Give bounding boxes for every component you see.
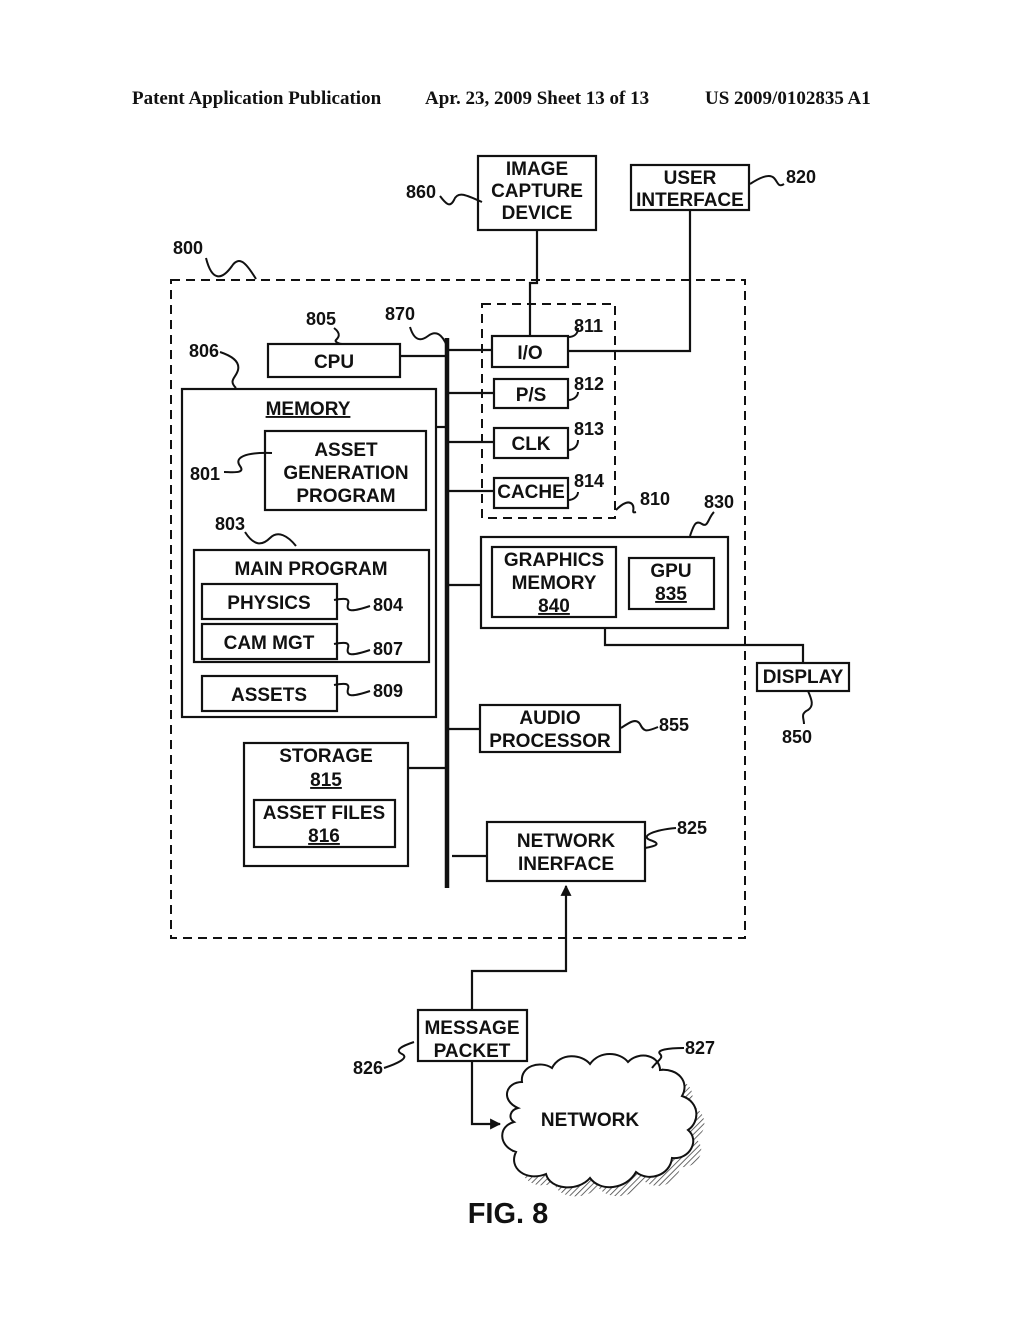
ref-807: 807 xyxy=(373,639,403,659)
ref-803: 803 xyxy=(215,514,245,534)
svg-text:DEVICE: DEVICE xyxy=(502,203,573,224)
ref-800: 800 xyxy=(173,238,203,258)
ref-811: 811 xyxy=(574,316,603,336)
message-packet-block: MESSAGE PACKET xyxy=(416,1008,529,1063)
ref-855: 855 xyxy=(659,715,689,735)
ref-827: 827 xyxy=(685,1038,715,1058)
ps-block: P/S xyxy=(492,377,570,410)
leader-806 xyxy=(219,351,240,389)
svg-text:CACHE: CACHE xyxy=(497,482,565,503)
asset-generation-program-block: ASSET GENERATION PROGRAM xyxy=(263,429,428,512)
physics-block: PHYSICS xyxy=(200,582,339,621)
ref-825: 825 xyxy=(677,818,707,838)
svg-text:CPU: CPU xyxy=(314,352,354,373)
svg-text:CAM MGT: CAM MGT xyxy=(224,633,315,654)
graphics-memory-block: GRAPHICS MEMORY 840 xyxy=(490,545,618,619)
ref-806: 806 xyxy=(189,341,219,361)
leader-813 xyxy=(567,439,579,451)
svg-text:GENERATION: GENERATION xyxy=(283,463,408,484)
svg-text:ASSETS: ASSETS xyxy=(231,685,307,706)
svg-text:AUDIO: AUDIO xyxy=(519,708,580,729)
leader-830 xyxy=(689,511,715,537)
ref-812: 812 xyxy=(574,374,604,394)
ref-801: 801 xyxy=(190,464,220,484)
network-interface-block: NETWORK INERFACE xyxy=(485,820,647,883)
leader-860 xyxy=(439,193,483,206)
user-interface-block: USER INTERFACE xyxy=(629,163,751,212)
leader-855 xyxy=(620,720,659,732)
leader-820 xyxy=(749,175,785,187)
display-block: DISPLAY xyxy=(755,661,851,693)
svg-text:GPU: GPU xyxy=(650,561,691,582)
figure-caption: FIG. 8 xyxy=(468,1198,549,1230)
ref-809: 809 xyxy=(373,681,403,701)
network-cloud: NETWORK xyxy=(501,1053,705,1197)
arrow-packet-to-network xyxy=(470,1061,502,1130)
svg-text:STORAGE: STORAGE xyxy=(279,746,373,767)
leader-825 xyxy=(644,827,677,849)
svg-text:835: 835 xyxy=(655,584,687,605)
svg-text:815: 815 xyxy=(310,770,342,791)
ref-804: 804 xyxy=(373,595,403,615)
svg-text:GRAPHICS: GRAPHICS xyxy=(504,550,604,571)
svg-text:IMAGE: IMAGE xyxy=(506,159,568,180)
leader-810 xyxy=(615,501,637,514)
svg-text:INTERFACE: INTERFACE xyxy=(636,190,744,211)
leader-805 xyxy=(333,327,343,345)
svg-text:PROGRAM: PROGRAM xyxy=(296,486,395,507)
audio-processor-block: AUDIO PROCESSOR xyxy=(478,703,622,754)
leader-870 xyxy=(409,326,448,347)
assets-block: ASSETS xyxy=(200,674,339,713)
cpu-block: CPU xyxy=(266,342,402,379)
ref-814: 814 xyxy=(574,471,604,491)
ref-830: 830 xyxy=(704,492,734,512)
svg-text:MESSAGE: MESSAGE xyxy=(424,1018,519,1039)
wire-capture-io xyxy=(528,230,539,337)
svg-text:MAIN PROGRAM: MAIN PROGRAM xyxy=(234,559,387,580)
svg-text:P/S: P/S xyxy=(516,385,547,406)
svg-text:USER: USER xyxy=(664,168,717,189)
svg-text:PROCESSOR: PROCESSOR xyxy=(489,731,611,752)
ref-810: 810 xyxy=(640,489,670,509)
leader-826 xyxy=(383,1041,415,1069)
svg-text:PACKET: PACKET xyxy=(434,1041,511,1062)
leader-800 xyxy=(205,257,257,280)
block-diagram: 800 IMAGE CAPTURE DEVICE 860 USER INTERF… xyxy=(170,154,851,1230)
network-label: NETWORK xyxy=(541,1110,639,1131)
svg-text:MEMORY: MEMORY xyxy=(266,399,351,420)
ref-805: 805 xyxy=(306,309,336,329)
svg-text:816: 816 xyxy=(308,826,340,847)
io-block: I/O xyxy=(490,334,570,369)
ref-860: 860 xyxy=(406,182,436,202)
gpu-block: GPU 835 xyxy=(627,556,716,611)
leader-814 xyxy=(567,491,579,501)
wire-graphics-display xyxy=(603,628,805,663)
svg-text:NETWORK: NETWORK xyxy=(517,831,615,852)
leader-850 xyxy=(802,690,813,725)
svg-text:INERFACE: INERFACE xyxy=(518,854,614,875)
svg-text:DISPLAY: DISPLAY xyxy=(763,667,844,688)
ref-826: 826 xyxy=(353,1058,383,1078)
svg-text:840: 840 xyxy=(538,596,570,617)
ref-870: 870 xyxy=(385,304,415,324)
svg-text:ASSET FILES: ASSET FILES xyxy=(263,803,385,824)
ref-850: 850 xyxy=(782,727,812,747)
clk-block: CLK xyxy=(492,426,570,460)
svg-text:CLK: CLK xyxy=(511,434,550,455)
cam-mgt-block: CAM MGT xyxy=(200,622,339,661)
svg-text:ASSET: ASSET xyxy=(314,440,378,461)
image-capture-device-block: IMAGE CAPTURE DEVICE xyxy=(476,154,598,232)
cache-block: CACHE xyxy=(492,476,570,510)
asset-files-block: ASSET FILES 816 xyxy=(252,798,397,849)
svg-text:PHYSICS: PHYSICS xyxy=(227,593,310,614)
svg-text:CAPTURE: CAPTURE xyxy=(491,181,583,202)
svg-text:MEMORY: MEMORY xyxy=(512,573,597,594)
arrow-packet-to-interface xyxy=(470,884,572,1010)
ref-813: 813 xyxy=(574,419,604,439)
ref-820: 820 xyxy=(786,167,816,187)
svg-text:I/O: I/O xyxy=(517,343,542,364)
